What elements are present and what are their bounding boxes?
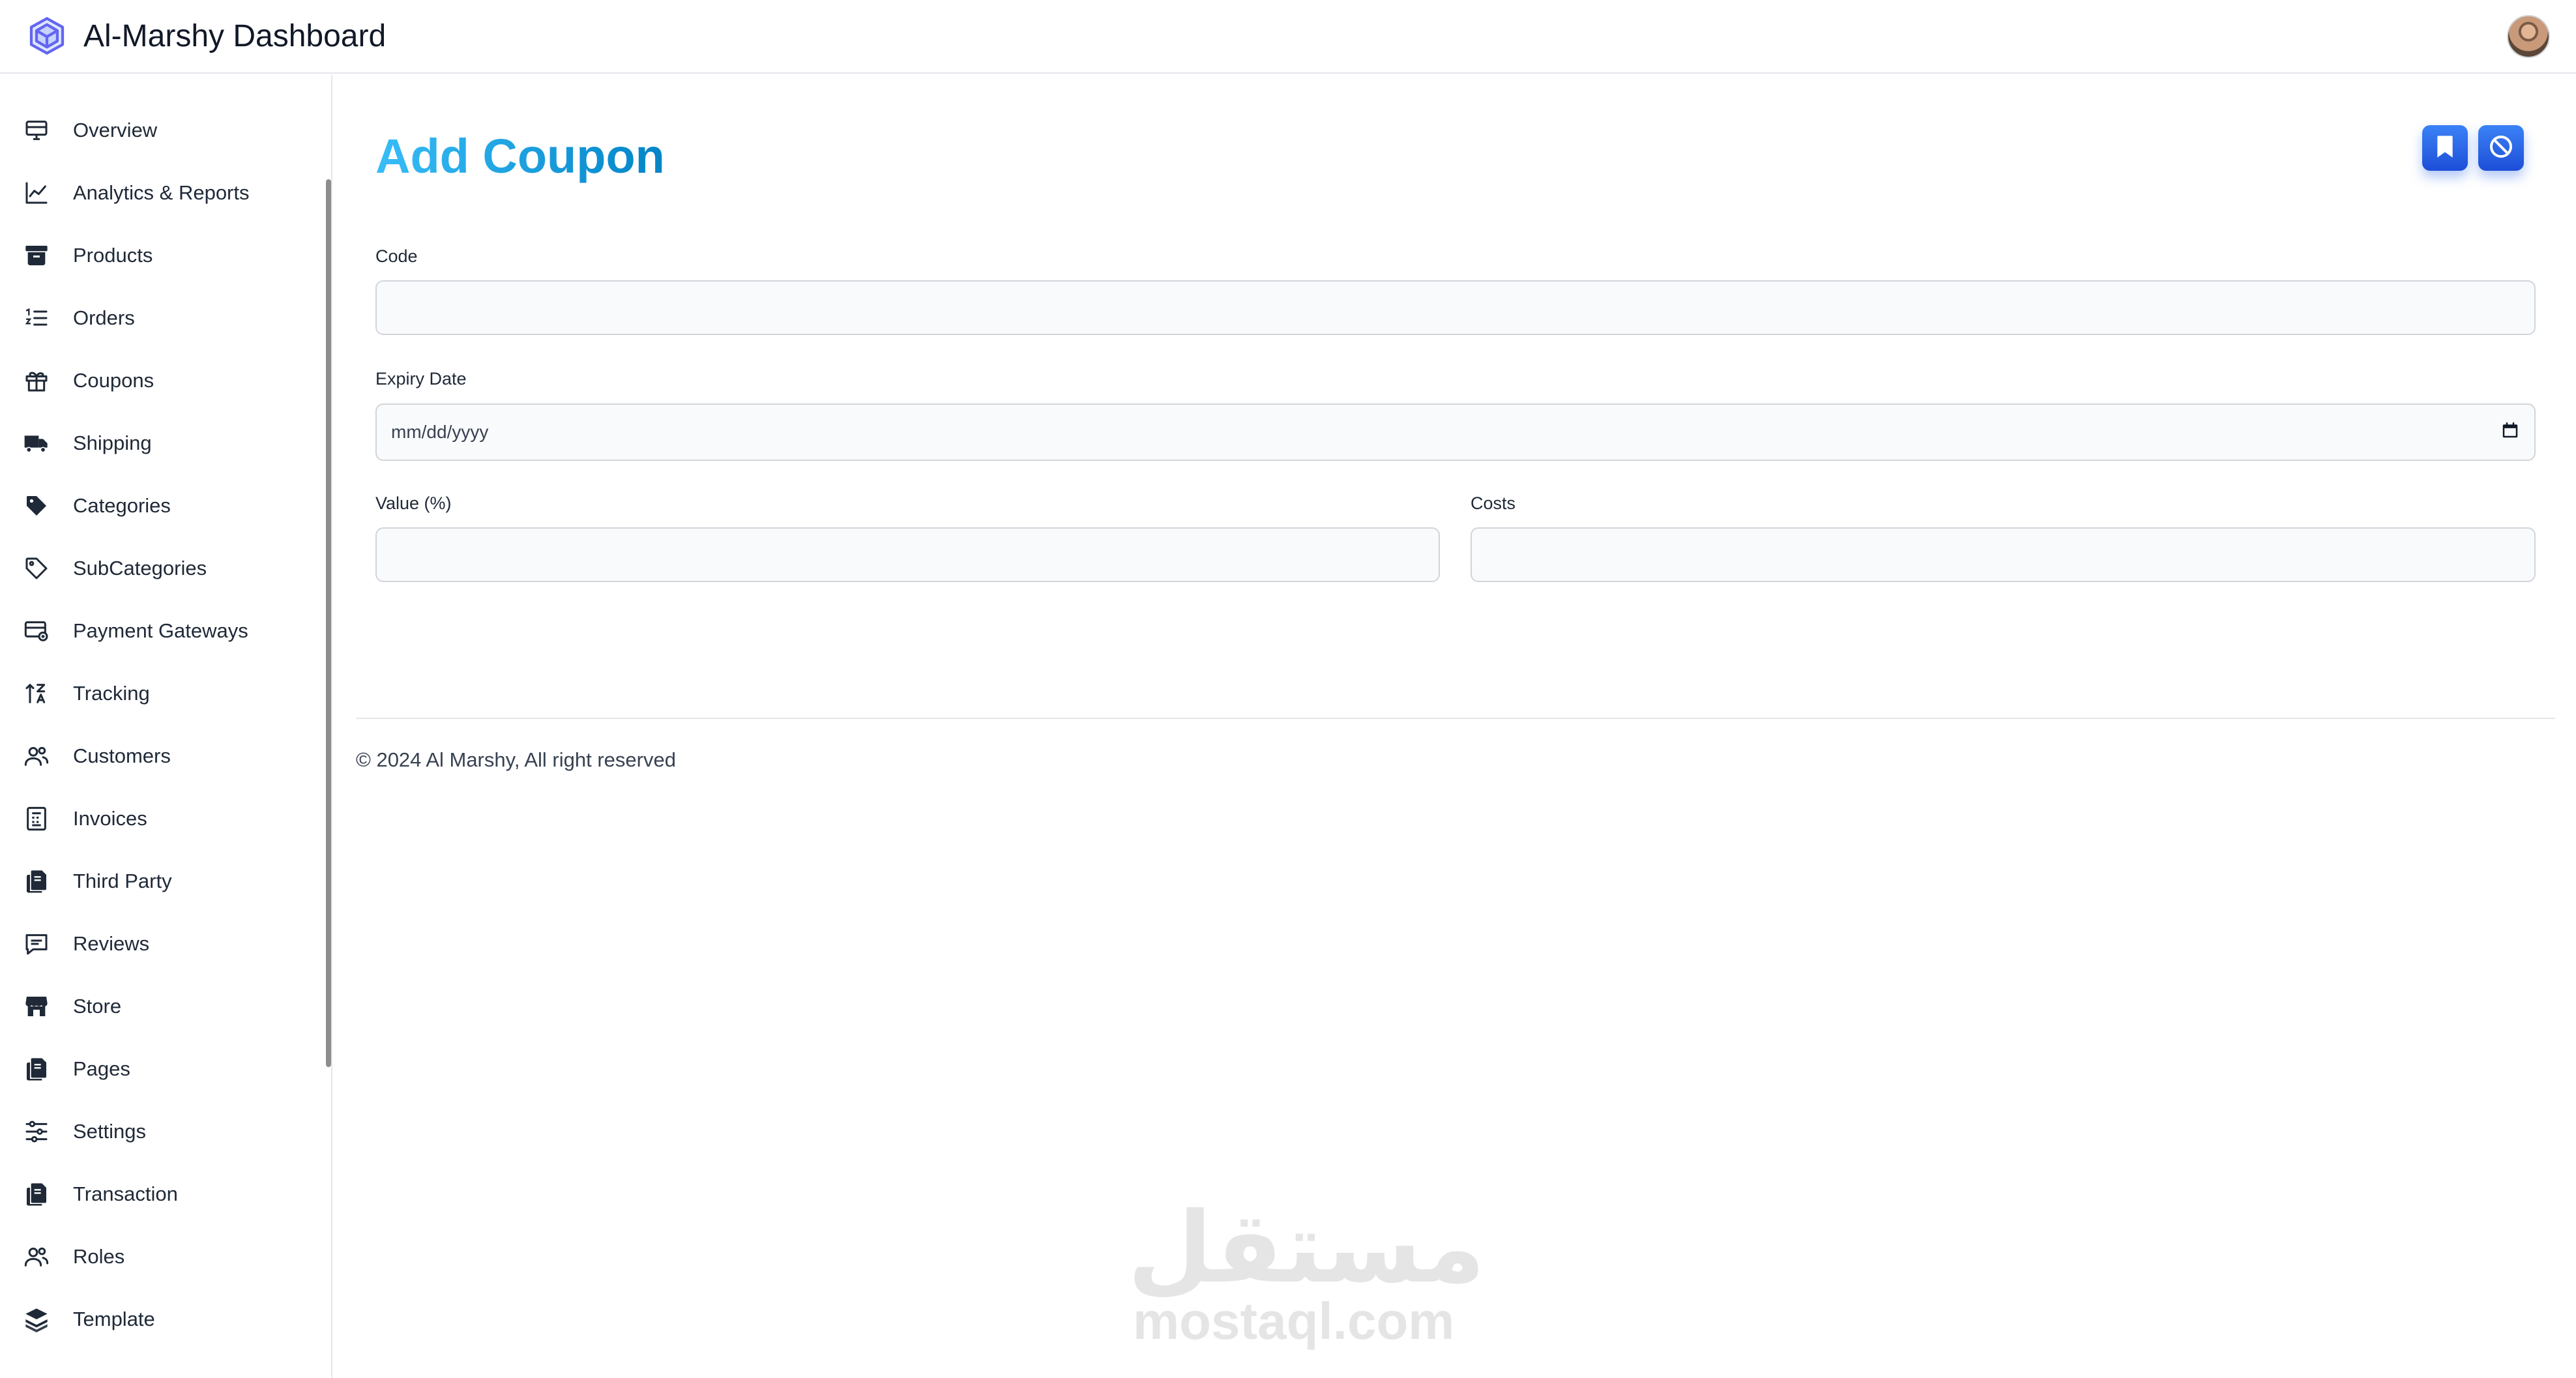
date-placeholder: mm/dd/yyyy	[391, 422, 489, 442]
sidebar-item-label: Overview	[73, 119, 158, 141]
copy-docs-icon	[22, 1180, 51, 1209]
calendar-icon[interactable]	[2500, 420, 2520, 445]
sidebar-item-invoices[interactable]: Invoices	[22, 796, 309, 842]
footer-copyright: © 2024 Al Marshy, All right reserved	[356, 748, 676, 771]
sort-arrows-icon	[22, 679, 51, 708]
users-icon	[22, 1242, 51, 1271]
receipt-icon	[22, 804, 51, 833]
tag-outline-icon	[22, 554, 51, 583]
truck-icon	[22, 429, 51, 458]
page-title: Add Coupon	[375, 127, 665, 186]
sidebar-item-label: Payment Gateways	[73, 619, 248, 642]
top-header: Al-Marshy Dashboard	[0, 0, 2576, 74]
layers-icon	[22, 1305, 51, 1334]
sidebar-item-overview[interactable]: Overview	[22, 108, 309, 153]
sidebar-item-label: Template	[73, 1308, 155, 1330]
sidebar-item-label: Customers	[73, 744, 171, 767]
save-button[interactable]	[2422, 125, 2468, 171]
sidebar-item-roles[interactable]: Roles	[22, 1234, 309, 1280]
sidebar-item-template[interactable]: Template	[22, 1297, 309, 1342]
sidebar-item-label: Settings	[73, 1120, 147, 1143]
copy-docs-icon	[22, 1055, 51, 1083]
sidebar-item-label: Invoices	[73, 807, 147, 830]
sidebar-item-label: Coupons	[73, 369, 154, 392]
sidebar-item-label: Third Party	[73, 870, 172, 892]
sidebar-item-third-party[interactable]: Third Party	[22, 858, 309, 904]
numbered-list-icon	[22, 304, 51, 332]
user-avatar[interactable]	[2507, 15, 2550, 58]
sidebar-item-tracking[interactable]: Tracking	[22, 671, 309, 716]
sidebar-item-label: Orders	[73, 306, 135, 329]
sidebar-item-label: Roles	[73, 1245, 125, 1268]
sidebar-item-label: Pages	[73, 1057, 130, 1080]
footer-divider	[356, 718, 2555, 719]
gift-icon	[22, 366, 51, 395]
sidebar-item-label: SubCategories	[73, 557, 207, 579]
code-input[interactable]	[375, 280, 2536, 335]
users-icon	[22, 742, 51, 770]
sidebar-item-transaction[interactable]: Transaction	[22, 1171, 309, 1217]
sidebar-item-label: Products	[73, 244, 153, 267]
monitor-icon	[22, 116, 51, 145]
sidebar-item-label: Categories	[73, 494, 171, 517]
sidebar-item-reviews[interactable]: Reviews	[22, 921, 309, 967]
expiry-date-label: Expiry Date	[375, 369, 467, 388]
ban-icon	[2488, 134, 2514, 163]
expiry-date-input[interactable]: mm/dd/yyyy	[375, 403, 2536, 461]
sidebar-item-label: Store	[73, 995, 122, 1018]
sidebar-item-store[interactable]: Store	[22, 984, 309, 1029]
watermark-arabic: مستقل	[1128, 1192, 1486, 1305]
sidebar-item-pages[interactable]: Pages	[22, 1046, 309, 1092]
cancel-button[interactable]	[2478, 125, 2524, 171]
sidebar-item-shipping[interactable]: Shipping	[22, 420, 309, 466]
sidebar: Overview Analytics & Reports Products Or…	[0, 75, 332, 1378]
sidebar-item-customers[interactable]: Customers	[22, 733, 309, 779]
costs-input[interactable]	[1471, 527, 2536, 582]
dashboard-title: Al-Marshy Dashboard	[83, 19, 387, 53]
sidebar-item-label: Transaction	[73, 1182, 178, 1205]
archive-box-icon	[22, 241, 51, 270]
sidebar-item-settings[interactable]: Settings	[22, 1109, 309, 1154]
sidebar-item-label: Analytics & Reports	[73, 181, 250, 204]
sidebar-scrollbar[interactable]	[326, 179, 331, 1067]
costs-label: Costs	[1471, 493, 1516, 513]
sidebar-item-analytics[interactable]: Analytics & Reports	[22, 170, 309, 216]
sidebar-item-subcategories[interactable]: SubCategories	[22, 546, 309, 591]
copy-docs-icon	[22, 867, 51, 896]
sliders-icon	[22, 1117, 51, 1146]
watermark-latin: mostaql.com	[1133, 1292, 1455, 1350]
line-chart-icon	[22, 179, 51, 207]
sidebar-item-label: Reviews	[73, 932, 150, 955]
tag-filled-icon	[22, 491, 51, 520]
bookmark-icon	[2432, 134, 2458, 163]
value-label: Value (%)	[375, 493, 452, 513]
sidebar-item-payment-gateways[interactable]: Payment Gateways	[22, 608, 309, 654]
sidebar-item-label: Tracking	[73, 682, 150, 705]
sidebar-item-products[interactable]: Products	[22, 233, 309, 278]
cube-icon[interactable]	[26, 14, 68, 57]
sidebar-item-categories[interactable]: Categories	[22, 483, 309, 529]
storefront-icon	[22, 992, 51, 1021]
chat-icon	[22, 930, 51, 958]
sidebar-item-orders[interactable]: Orders	[22, 295, 309, 341]
sidebar-item-coupons[interactable]: Coupons	[22, 358, 309, 403]
credit-card-icon	[22, 617, 51, 645]
value-input[interactable]	[375, 527, 1440, 582]
code-label: Code	[375, 246, 418, 266]
sidebar-item-label: Shipping	[73, 432, 152, 454]
